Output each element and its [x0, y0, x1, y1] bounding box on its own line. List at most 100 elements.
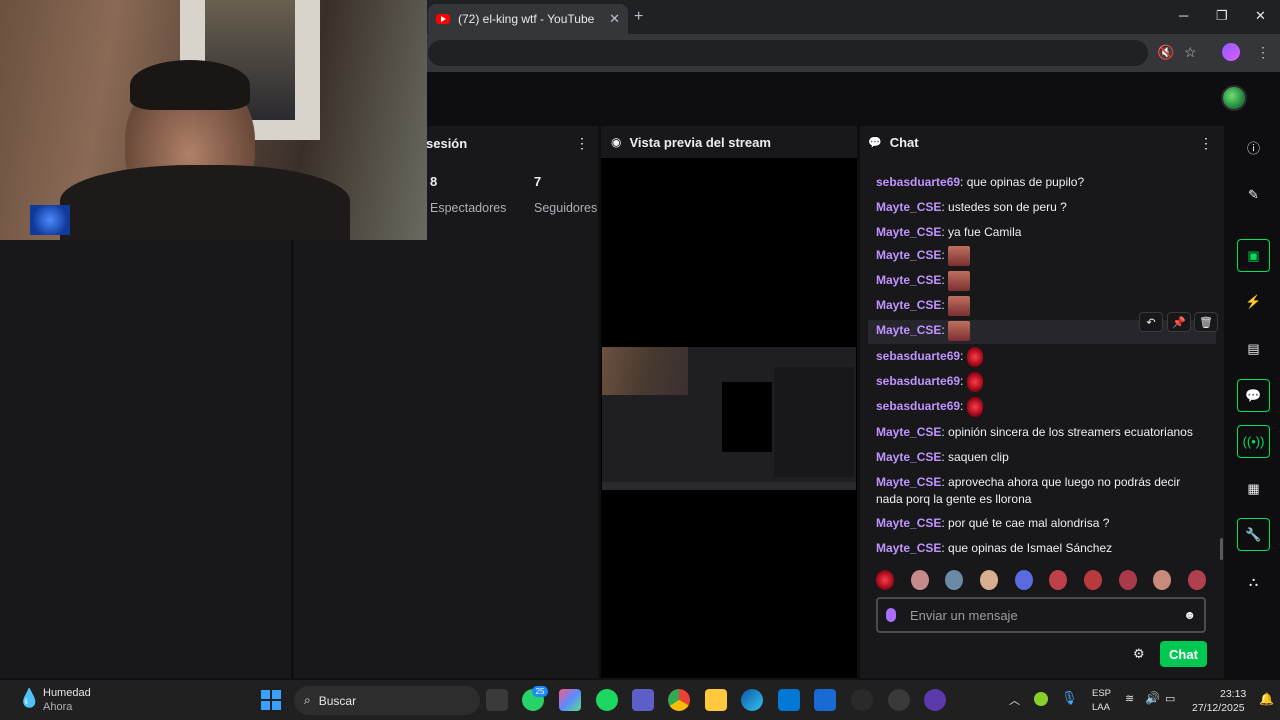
chat-title: Chat	[889, 134, 919, 150]
chat-toggle-icon[interactable]: 💬	[1237, 379, 1270, 412]
tray-chevron-icon[interactable]: ︿	[1009, 692, 1020, 708]
new-tab-button[interactable]: +	[634, 8, 643, 26]
share-icon[interactable]: ⛬	[1237, 565, 1270, 598]
viewers-label: Espectadores	[430, 201, 507, 215]
volume-icon[interactable]: 🔊	[1145, 691, 1160, 705]
emote-button[interactable]	[1153, 570, 1172, 590]
chat-message[interactable]: Mayte_CSE:	[876, 296, 1206, 316]
chat-scrollbar[interactable]	[1220, 538, 1223, 560]
followers-label: Seguidores	[534, 201, 598, 215]
emote-button[interactable]	[876, 570, 894, 590]
chat-message[interactable]: sebasduarte69:	[876, 372, 1206, 392]
battery-icon[interactable]: ▭	[1165, 692, 1175, 705]
channel-avatar[interactable]	[1221, 85, 1247, 111]
emote-button[interactable]	[1083, 570, 1102, 590]
emote-button[interactable]	[945, 570, 964, 590]
chat-message[interactable]: sebasduarte69: que opinas de pupilo?	[876, 174, 1206, 191]
layout-icon[interactable]: ▦	[1237, 472, 1270, 505]
chat-message[interactable]: Mayte_CSE: por qué te cae mal alondrisa …	[876, 515, 1206, 532]
stream-preview-video[interactable]	[602, 347, 856, 490]
viewers-count: 8	[430, 174, 438, 189]
chat-message[interactable]: Mayte_CSE: saquen clip	[876, 449, 1206, 466]
emote-image	[966, 347, 983, 367]
chat-message[interactable]: Mayte_CSE: aprovecha ahora que luego no …	[876, 474, 1206, 508]
emote-image	[948, 246, 971, 266]
tools-icon[interactable]: 🔧	[1237, 518, 1270, 551]
close-window-button[interactable]: ✕	[1255, 8, 1266, 24]
mute-icon[interactable]: 🔇	[1157, 44, 1174, 61]
session-subpanel-left	[0, 240, 294, 678]
language-bottom: LAA	[1092, 702, 1110, 713]
weather-sub: Ahora	[43, 701, 73, 713]
preview-title: Vista previa del stream	[629, 134, 771, 150]
chrome-icon[interactable]	[668, 689, 690, 711]
tab-title: (72) el-king wtf - YouTube	[458, 12, 595, 26]
edit-icon[interactable]: ✎	[1237, 178, 1270, 211]
tab-close-icon[interactable]: ✕	[609, 11, 620, 27]
session-menu-icon[interactable]: ⋮	[575, 135, 589, 152]
emote-bar	[876, 570, 1206, 594]
profile-avatar[interactable]	[1222, 43, 1240, 61]
preview-webcam	[602, 347, 688, 395]
chat-send-button[interactable]: Chat	[1160, 641, 1207, 667]
person-hair	[130, 60, 250, 110]
chat-message[interactable]: Mayte_CSE:	[876, 321, 1206, 341]
clock-date: 27/12/2025	[1192, 702, 1245, 714]
chat-menu-icon[interactable]: ⋮	[1199, 135, 1213, 152]
chat-input-placeholder: Enviar un mensaje	[910, 607, 1018, 623]
preview-toggle-icon[interactable]: ▣	[1237, 239, 1270, 272]
browser-tab[interactable]: (72) el-king wtf - YouTube ✕	[428, 4, 628, 34]
emote-button[interactable]	[1049, 570, 1068, 590]
copilot-icon[interactable]	[559, 689, 581, 711]
emote-button[interactable]	[1014, 570, 1033, 590]
chat-message[interactable]: Mayte_CSE: opinión sincera de los stream…	[876, 424, 1206, 441]
store-icon[interactable]	[778, 689, 800, 711]
address-bar[interactable]	[428, 40, 1148, 66]
minimize-button[interactable]: ─	[1179, 8, 1188, 23]
taskbar-search[interactable]: ⌕ Buscar	[294, 686, 480, 715]
emote-button[interactable]	[1187, 570, 1206, 590]
spotify-icon[interactable]	[596, 689, 618, 711]
youtube-icon	[436, 14, 450, 24]
task-view-icon[interactable]	[486, 689, 508, 711]
emote-image	[966, 372, 983, 392]
obs-icon[interactable]	[924, 689, 946, 711]
media-player-icon[interactable]	[851, 689, 873, 711]
chat-message[interactable]: Mayte_CSE: que opinas de Ismael Sánchez	[876, 540, 1206, 557]
emote-button[interactable]	[979, 570, 998, 590]
tray-mic-icon[interactable]: 🎙	[1061, 690, 1078, 706]
windows-start-icon[interactable]	[261, 690, 281, 710]
chat-header: 💬 Chat	[860, 126, 1224, 158]
chat-message[interactable]: Mayte_CSE: ya fue Camila	[876, 224, 1206, 241]
notifications-icon[interactable]: 🔔	[1259, 692, 1274, 706]
maximize-button[interactable]: ❐	[1216, 8, 1228, 24]
info-icon[interactable]: ⓘ	[1237, 131, 1270, 164]
chat-message[interactable]: Mayte_CSE:	[876, 271, 1206, 291]
file-explorer-icon[interactable]	[705, 689, 727, 711]
humidity-icon[interactable]: 💧	[18, 688, 40, 709]
edge-icon[interactable]	[741, 689, 763, 711]
emote-button[interactable]	[1118, 570, 1137, 590]
chat-message[interactable]: sebasduarte69:	[876, 347, 1206, 367]
language-top[interactable]: ESP	[1092, 688, 1111, 699]
roblox-studio-icon[interactable]	[814, 689, 836, 711]
notes-icon[interactable]: ▤	[1237, 332, 1270, 365]
tray-app-icon[interactable]	[1034, 692, 1048, 706]
clock-time[interactable]: 23:13	[1220, 688, 1246, 700]
weather-title[interactable]: Humedad	[43, 687, 91, 699]
emote-button[interactable]	[910, 570, 929, 590]
teams-icon[interactable]	[632, 689, 654, 711]
bookmark-star-icon[interactable]: ☆	[1184, 44, 1197, 61]
lightning-icon[interactable]: ⚡	[1237, 285, 1270, 318]
steam-icon[interactable]	[888, 689, 910, 711]
chat-input[interactable]: Enviar un mensaje ☻	[876, 597, 1206, 633]
wifi-icon[interactable]: ≋	[1125, 692, 1134, 705]
chat-message[interactable]: Mayte_CSE:	[876, 246, 1206, 266]
emoji-picker-icon[interactable]: ☻	[1183, 608, 1196, 622]
browser-menu-icon[interactable]: ⋮	[1256, 44, 1270, 61]
chat-message[interactable]: Mayte_CSE: ustedes son de peru ?	[876, 199, 1206, 216]
mic-icon[interactable]	[886, 608, 896, 622]
chat-settings-icon[interactable]: ⚙	[1133, 646, 1145, 662]
chat-message[interactable]: sebasduarte69:	[876, 397, 1206, 417]
broadcast-icon[interactable]: ((•))	[1237, 425, 1270, 458]
